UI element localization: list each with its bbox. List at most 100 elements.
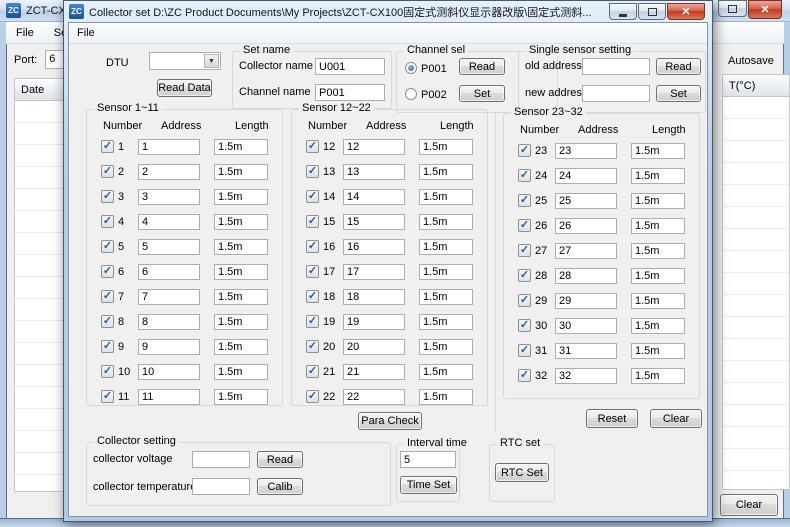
- sensor-23-checkbox[interactable]: ✓: [518, 144, 531, 157]
- sensor-26-checkbox[interactable]: ✓: [518, 219, 531, 232]
- sensor-31-checkbox[interactable]: ✓: [518, 344, 531, 357]
- sensor-7-checkbox[interactable]: ✓: [101, 290, 114, 303]
- reset-button[interactable]: Reset: [586, 409, 638, 428]
- interval-time-input[interactable]: [400, 451, 456, 468]
- sensor-5-address-input[interactable]: [138, 239, 200, 255]
- collector-voltage-input[interactable]: [192, 451, 250, 468]
- collector-temperature-input[interactable]: [192, 478, 250, 495]
- sensor-23-address-input[interactable]: [555, 143, 617, 159]
- sensor-4-address-input[interactable]: [138, 214, 200, 230]
- sensor-12-length-input[interactable]: [419, 139, 473, 155]
- sensor-32-checkbox[interactable]: ✓: [518, 369, 531, 382]
- sensor-7-length-input[interactable]: [214, 289, 268, 305]
- sensor-6-address-input[interactable]: [138, 264, 200, 280]
- sensor-9-address-input[interactable]: [138, 339, 200, 355]
- sensor-1-address-input[interactable]: [138, 139, 200, 155]
- sensor-18-address-input[interactable]: [343, 289, 405, 305]
- sensor-27-address-input[interactable]: [555, 243, 617, 259]
- sensor-31-length-input[interactable]: [631, 343, 685, 359]
- sensor-18-checkbox[interactable]: ✓: [306, 290, 319, 303]
- sensor-5-checkbox[interactable]: ✓: [101, 240, 114, 253]
- collector-temperature-calib-button[interactable]: Calib: [257, 478, 303, 495]
- sensor-14-length-input[interactable]: [419, 189, 473, 205]
- sensor-28-checkbox[interactable]: ✓: [518, 269, 531, 282]
- sensor-20-address-input[interactable]: [343, 339, 405, 355]
- maximize-button[interactable]: [718, 0, 747, 17]
- sensor-4-length-input[interactable]: [214, 214, 268, 230]
- sensor-15-checkbox[interactable]: ✓: [306, 215, 319, 228]
- sensor-29-checkbox[interactable]: ✓: [518, 294, 531, 307]
- sensor-24-checkbox[interactable]: ✓: [518, 169, 531, 182]
- single-sensor-set-button[interactable]: Set: [656, 85, 701, 102]
- sensor-27-checkbox[interactable]: ✓: [518, 244, 531, 257]
- sensor-14-checkbox[interactable]: ✓: [306, 190, 319, 203]
- sensor-2-address-input[interactable]: [138, 164, 200, 180]
- sensor-32-address-input[interactable]: [555, 368, 617, 384]
- sensor-24-address-input[interactable]: [555, 168, 617, 184]
- channel-p002-radio[interactable]: P002: [405, 88, 447, 101]
- sensor-1-checkbox[interactable]: ✓: [101, 140, 114, 153]
- sensor-27-length-input[interactable]: [631, 243, 685, 259]
- sensor-17-length-input[interactable]: [419, 264, 473, 280]
- sensor-11-checkbox[interactable]: ✓: [101, 390, 114, 403]
- sensor-16-length-input[interactable]: [419, 239, 473, 255]
- sensor-9-checkbox[interactable]: ✓: [101, 340, 114, 353]
- dtu-combobox[interactable]: ▼: [149, 52, 221, 70]
- sensor-22-length-input[interactable]: [419, 389, 473, 405]
- new-address-input[interactable]: [582, 85, 650, 102]
- sensor-3-checkbox[interactable]: ✓: [101, 190, 114, 203]
- clear-button[interactable]: Clear: [650, 409, 702, 428]
- sensor-9-length-input[interactable]: [214, 339, 268, 355]
- sensor-13-length-input[interactable]: [419, 164, 473, 180]
- sensor-22-checkbox[interactable]: ✓: [306, 390, 319, 403]
- sensor-24-length-input[interactable]: [631, 168, 685, 184]
- sensor-22-address-input[interactable]: [343, 389, 405, 405]
- sensor-20-checkbox[interactable]: ✓: [306, 340, 319, 353]
- sensor-21-address-input[interactable]: [343, 364, 405, 380]
- channel-set-button[interactable]: Set: [459, 85, 505, 102]
- sensor-10-length-input[interactable]: [214, 364, 268, 380]
- sensor-4-checkbox[interactable]: ✓: [101, 215, 114, 228]
- menu-file[interactable]: File: [77, 27, 95, 39]
- sensor-17-checkbox[interactable]: ✓: [306, 265, 319, 278]
- dialog-titlebar[interactable]: ZC Collector set D:\ZC Product Documents…: [64, 1, 712, 22]
- sensor-14-address-input[interactable]: [343, 189, 405, 205]
- sensor-2-checkbox[interactable]: ✓: [101, 165, 114, 178]
- sensor-28-address-input[interactable]: [555, 268, 617, 284]
- sensor-1-length-input[interactable]: [214, 139, 268, 155]
- collector-voltage-read-button[interactable]: Read: [257, 451, 303, 468]
- old-address-input[interactable]: [582, 58, 650, 75]
- close-button[interactable]: ✕: [667, 3, 705, 20]
- sensor-25-checkbox[interactable]: ✓: [518, 194, 531, 207]
- sensor-29-length-input[interactable]: [631, 293, 685, 309]
- sensor-29-address-input[interactable]: [555, 293, 617, 309]
- sensor-11-address-input[interactable]: [138, 389, 200, 405]
- sensor-17-address-input[interactable]: [343, 264, 405, 280]
- sensor-16-checkbox[interactable]: ✓: [306, 240, 319, 253]
- collector-name-input[interactable]: [315, 58, 385, 75]
- sensor-10-address-input[interactable]: [138, 364, 200, 380]
- channel-p001-radio[interactable]: P001: [405, 62, 447, 75]
- sensor-30-checkbox[interactable]: ✓: [518, 319, 531, 332]
- sensor-28-length-input[interactable]: [631, 268, 685, 284]
- sensor-19-length-input[interactable]: [419, 314, 473, 330]
- sensor-19-address-input[interactable]: [343, 314, 405, 330]
- sensor-5-length-input[interactable]: [214, 239, 268, 255]
- sensor-30-length-input[interactable]: [631, 318, 685, 334]
- sensor-11-length-input[interactable]: [214, 389, 268, 405]
- background-clear-button[interactable]: Clear: [720, 494, 778, 516]
- sensor-26-address-input[interactable]: [555, 218, 617, 234]
- minimize-button[interactable]: [609, 3, 637, 20]
- sensor-26-length-input[interactable]: [631, 218, 685, 234]
- sensor-16-address-input[interactable]: [343, 239, 405, 255]
- sensor-13-checkbox[interactable]: ✓: [306, 165, 319, 178]
- sensor-3-length-input[interactable]: [214, 189, 268, 205]
- sensor-31-address-input[interactable]: [555, 343, 617, 359]
- single-sensor-read-button[interactable]: Read: [656, 58, 701, 75]
- sensor-12-address-input[interactable]: [343, 139, 405, 155]
- time-set-button[interactable]: Time Set: [400, 476, 457, 494]
- sensor-23-length-input[interactable]: [631, 143, 685, 159]
- sensor-21-checkbox[interactable]: ✓: [306, 365, 319, 378]
- sensor-32-length-input[interactable]: [631, 368, 685, 384]
- read-data-button[interactable]: Read Data: [157, 79, 212, 97]
